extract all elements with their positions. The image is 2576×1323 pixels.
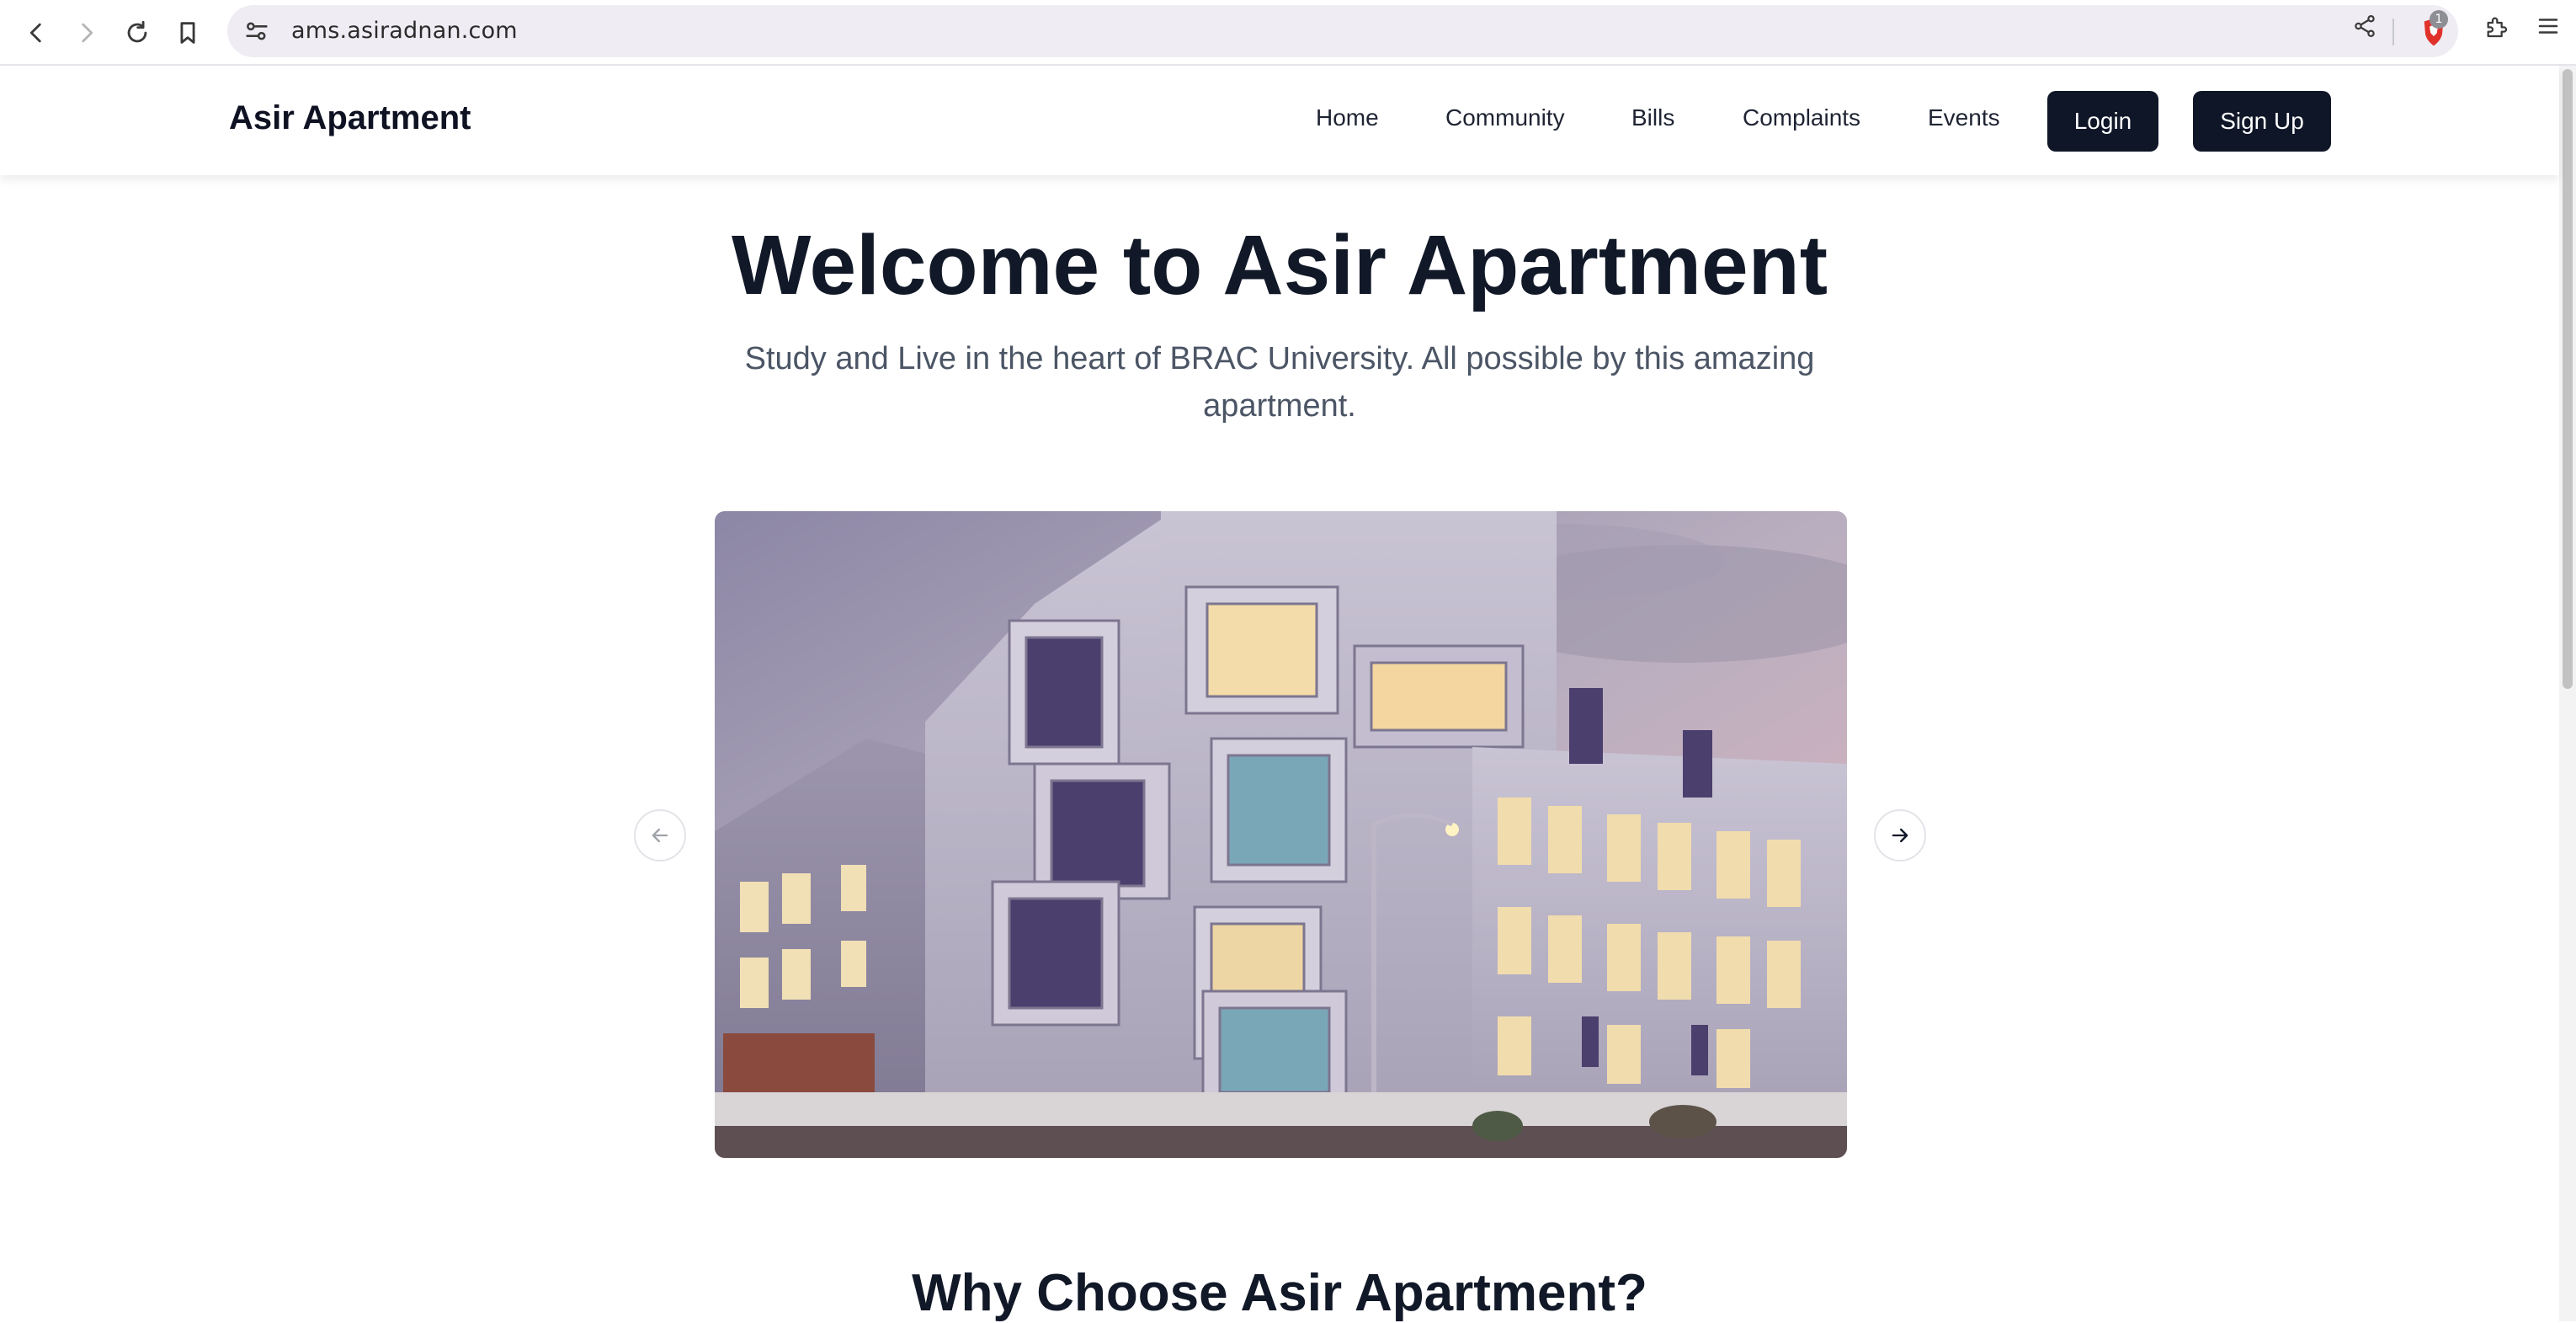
address-bar[interactable]: ams.asiradnan.com xyxy=(227,5,2458,57)
hero-title: Welcome to Asir Apartment xyxy=(731,218,1828,312)
carousel-prev-button[interactable] xyxy=(634,809,686,862)
shields-count-badge: 1 xyxy=(2430,10,2448,29)
nav-complaints[interactable]: Complaints xyxy=(1743,104,1860,131)
login-button[interactable]: Login xyxy=(2047,91,2158,152)
extensions-icon[interactable] xyxy=(2482,12,2510,40)
carousel-image xyxy=(715,511,1847,1158)
features-section-title: Why Choose Asir Apartment? xyxy=(912,1264,1647,1322)
nav-home[interactable]: Home xyxy=(1316,104,1379,131)
nav-bills[interactable]: Bills xyxy=(1631,104,1674,131)
share-icon[interactable] xyxy=(2350,12,2379,40)
carousel-next-button[interactable] xyxy=(1874,809,1926,862)
arrow-left-icon xyxy=(652,828,668,843)
site-settings-icon[interactable] xyxy=(242,17,271,45)
site-header: Asir Apartment Home Community Bills Comp… xyxy=(0,67,2559,175)
arrow-right-icon xyxy=(1892,828,1908,843)
browser-toolbar: ams.asiradnan.com 1 xyxy=(0,0,2576,66)
signup-button[interactable]: Sign Up xyxy=(2193,91,2331,152)
page-scrollbar-thumb[interactable] xyxy=(2563,69,2573,689)
forward-icon[interactable] xyxy=(66,12,108,54)
bookmark-icon[interactable] xyxy=(167,12,209,54)
brand-logo[interactable]: Asir Apartment xyxy=(229,99,471,137)
back-icon[interactable] xyxy=(15,12,57,54)
menu-icon[interactable] xyxy=(2534,12,2563,40)
nav-events[interactable]: Events xyxy=(1928,104,2000,131)
toolbar-divider xyxy=(2392,19,2394,45)
hero-subtitle: Study and Live in the heart of BRAC Univ… xyxy=(744,341,1815,424)
reload-icon[interactable] xyxy=(116,12,158,54)
url-text[interactable]: ams.asiradnan.com xyxy=(291,18,518,44)
nav-community[interactable]: Community xyxy=(1445,104,1565,131)
